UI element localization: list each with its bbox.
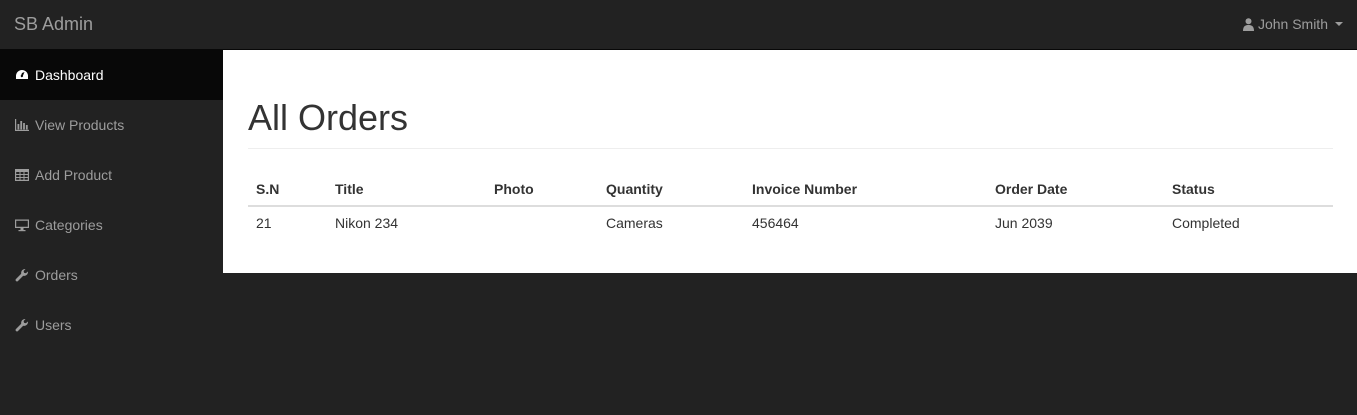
cell-sn: 21 [256,215,272,231]
column-header-order-date: Order Date [987,168,1164,207]
table-row: 21 Nikon 234 Cameras 456464 Jun 2039 Com… [248,206,1333,244]
table-header-row: S.N Title Photo Quantity Invoice Number … [248,168,1333,207]
wrench-icon [15,268,29,282]
sidebar-item-label: Dashboard [35,67,104,83]
sidebar-item-view-products[interactable]: View Products [0,100,223,150]
column-header-status: Status [1164,168,1333,207]
sidebar-item-dashboard[interactable]: Dashboard [0,50,223,100]
cell-invoice-number: 456464 [752,215,799,231]
column-header-title: Title [327,168,486,207]
dashboard-icon [15,68,29,82]
sidebar-item-users[interactable]: Users [0,300,223,350]
sidebar-item-label: Categories [35,217,103,233]
sidebar-item-label: Users [35,317,72,333]
sidebar-item-add-product[interactable]: Add Product [0,150,223,200]
sidebar-item-label: Add Product [35,167,113,183]
user-icon [1242,17,1254,31]
orders-table: S.N Title Photo Quantity Invoice Number … [248,168,1333,244]
cell-photo [486,206,598,244]
sidebar-item-categories[interactable]: Categories [0,200,223,250]
sidebar: Dashboard View Products Add Product Cate… [0,50,223,350]
bar-chart-icon [15,118,29,132]
sidebar-item-label: Orders [35,267,78,283]
table-icon [15,168,29,182]
desktop-icon [15,218,29,232]
sidebar-item-orders[interactable]: Orders [0,250,223,300]
sidebar-item-label: View Products [35,117,125,133]
title-divider [248,148,1333,149]
user-dropdown[interactable]: John Smith [1242,15,1343,33]
wrench-icon [15,318,29,332]
page-title: All Orders [248,97,409,138]
user-name: John Smith [1257,16,1328,32]
cell-quantity: Cameras [606,215,663,231]
cell-order-date: Jun 2039 [995,215,1053,231]
cell-status: Completed [1172,215,1240,231]
column-header-invoice-number: Invoice Number [744,168,987,207]
column-header-sn: S.N [248,168,327,207]
caret-down-icon [1335,22,1343,26]
column-header-quantity: Quantity [598,168,744,207]
cell-title: Nikon 234 [335,215,399,231]
main-content: All Orders S.N Title Photo Quantity Invo… [223,50,1357,273]
column-header-photo: Photo [486,168,598,207]
top-navbar: SB Admin John Smith [0,0,1357,50]
brand-link[interactable]: SB Admin [14,14,93,34]
